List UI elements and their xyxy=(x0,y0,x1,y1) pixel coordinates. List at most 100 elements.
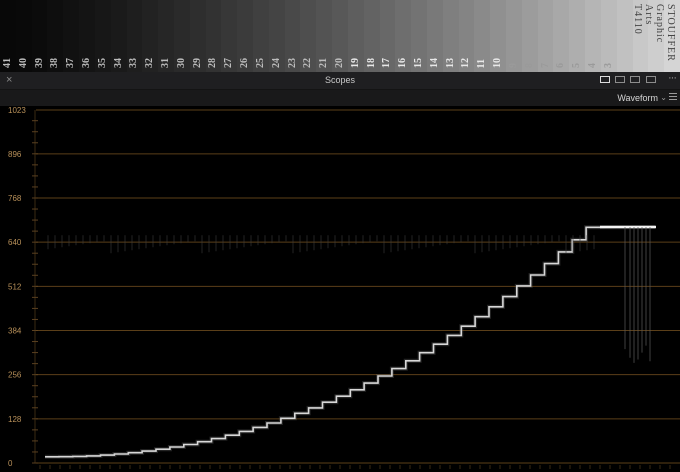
wedge-step: 11 xyxy=(474,0,491,72)
wedge-step-number: 6 xyxy=(555,63,567,68)
wedge-step: 39 xyxy=(31,0,48,72)
wedge-step: 24 xyxy=(268,0,285,72)
y-tick-label: 768 xyxy=(8,194,22,203)
wedge-step-number: 27 xyxy=(223,58,235,68)
wedge-step: 38 xyxy=(47,0,64,72)
wedge-step: 28 xyxy=(205,0,222,72)
brand-line-3: T4110 xyxy=(632,4,643,35)
quad-view-layout-icon[interactable] xyxy=(630,76,640,83)
brand-line-2: Graphic Arts xyxy=(643,4,665,44)
wedge-step xyxy=(616,0,633,72)
wedge-step: 32 xyxy=(142,0,159,72)
wedge-step-number: 18 xyxy=(365,58,377,68)
y-tick-label: 896 xyxy=(8,150,22,159)
wedge-step-number: 13 xyxy=(444,58,456,68)
wedge-step: 29 xyxy=(189,0,206,72)
wedge-step: 7 xyxy=(537,0,554,72)
wedge-step: 10 xyxy=(490,0,506,72)
wedge-step-number: 26 xyxy=(239,58,251,68)
grid-view-layout-icon[interactable] xyxy=(646,76,656,83)
wedge-step: 40 xyxy=(15,0,32,72)
wedge-step-number: 22 xyxy=(302,58,314,68)
wedge-step: 36 xyxy=(79,0,95,72)
y-tick-label: 512 xyxy=(8,282,22,291)
wedge-step: 19 xyxy=(347,0,364,72)
wedge-step-number: 9 xyxy=(507,63,519,68)
wedge-step-number: 36 xyxy=(80,58,92,68)
wedge-step: 26 xyxy=(237,0,253,72)
wedge-step: 8 xyxy=(521,0,538,72)
wedge-step: 23 xyxy=(284,0,301,72)
wedge-step: 18 xyxy=(363,0,380,72)
wedge-step-number: 3 xyxy=(602,63,614,68)
wedge-step-number: 38 xyxy=(49,58,61,68)
panel-title: Scopes xyxy=(324,75,356,85)
wedge-step: 20 xyxy=(332,0,348,72)
wedge-brand-label: STOUFFER Graphic Arts T4110 xyxy=(632,4,676,64)
wedge-step-number: 39 xyxy=(33,58,45,68)
wedge-step: 31 xyxy=(158,0,174,72)
scope-mode-dropdown[interactable]: Waveform xyxy=(617,91,658,105)
wedge-step-number: 30 xyxy=(175,58,187,68)
brand-line-1: STOUFFER xyxy=(665,4,676,62)
wedge-step-number: 11 xyxy=(476,58,488,68)
wedge-step-number: 16 xyxy=(397,58,409,68)
y-tick-label: 128 xyxy=(8,415,22,424)
wedge-step: 16 xyxy=(395,0,412,72)
wedge-step: 22 xyxy=(300,0,317,72)
wedge-step: 21 xyxy=(316,0,333,72)
wedge-step-number: 33 xyxy=(128,58,140,68)
wedge-step-number: 37 xyxy=(65,58,77,68)
dual-view-layout-icon[interactable] xyxy=(615,76,625,83)
wedge-step-number: 21 xyxy=(318,58,330,68)
wedge-step-number: 23 xyxy=(286,58,298,68)
wedge-step-number: 7 xyxy=(539,63,551,68)
wedge-step-number: 31 xyxy=(160,58,172,68)
y-tick-label: 256 xyxy=(8,371,22,380)
wedge-step-number: 34 xyxy=(112,58,124,68)
wedge-step-number: 14 xyxy=(428,58,440,68)
waveform-scope: 1023 896 768 640 512 384 256 128 0 xyxy=(0,106,680,472)
wedge-step-number: 15 xyxy=(413,58,425,68)
wedge-step: 5 xyxy=(569,0,586,72)
wedge-step: 15 xyxy=(411,0,427,72)
single-view-layout-icon[interactable] xyxy=(600,76,610,83)
y-tick-label: 384 xyxy=(8,326,22,335)
wedge-step-number: 17 xyxy=(381,58,393,68)
chevron-down-icon[interactable]: ⌄ xyxy=(660,91,667,105)
settings-lines-icon[interactable] xyxy=(669,93,677,102)
wedge-step-number: 24 xyxy=(270,58,282,68)
scopes-panel-header: × Scopes ··· xyxy=(0,72,680,90)
wedge-step: 6 xyxy=(553,0,570,72)
wedge-step: 13 xyxy=(442,0,459,72)
wedge-step-number: 41 xyxy=(1,58,13,68)
y-tick-label: 640 xyxy=(8,238,22,247)
wedge-step-number: 5 xyxy=(571,63,583,68)
wedge-step-number: 12 xyxy=(460,58,472,68)
wedge-step: 3 xyxy=(600,0,617,72)
wedge-step-number: 8 xyxy=(523,63,535,68)
wedge-step: 4 xyxy=(585,0,601,72)
wedge-step: 41 xyxy=(0,0,16,72)
wedge-step: 12 xyxy=(458,0,475,72)
wedge-step: 37 xyxy=(63,0,80,72)
wedge-step-number: 28 xyxy=(207,58,219,68)
wedge-step-number: 20 xyxy=(333,58,345,68)
wedge-step: 25 xyxy=(253,0,269,72)
wedge-step: 34 xyxy=(110,0,127,72)
scope-background xyxy=(0,106,680,472)
scope-toolbar: Waveform ⌄ xyxy=(0,90,680,106)
more-options-icon[interactable]: ··· xyxy=(668,72,677,85)
wedge-step-number: 10 xyxy=(492,58,504,68)
wedge-step: 35 xyxy=(94,0,111,72)
wedge-step-number: 25 xyxy=(254,58,266,68)
y-tick-label: 0 xyxy=(8,459,13,468)
wedge-step: 33 xyxy=(126,0,143,72)
wedge-step: 14 xyxy=(426,0,443,72)
y-tick-label: 1023 xyxy=(8,106,26,115)
wedge-step-number: 19 xyxy=(349,58,361,68)
wedge-step: 9 xyxy=(506,0,522,72)
wedge-step-number: 35 xyxy=(96,58,108,68)
step-wedge: 41 40 39 38 37 36 35 34 33 32 31 30 29 28 27 26 25 24 23 22… xyxy=(0,0,680,72)
wedge-step: 27 xyxy=(221,0,238,72)
